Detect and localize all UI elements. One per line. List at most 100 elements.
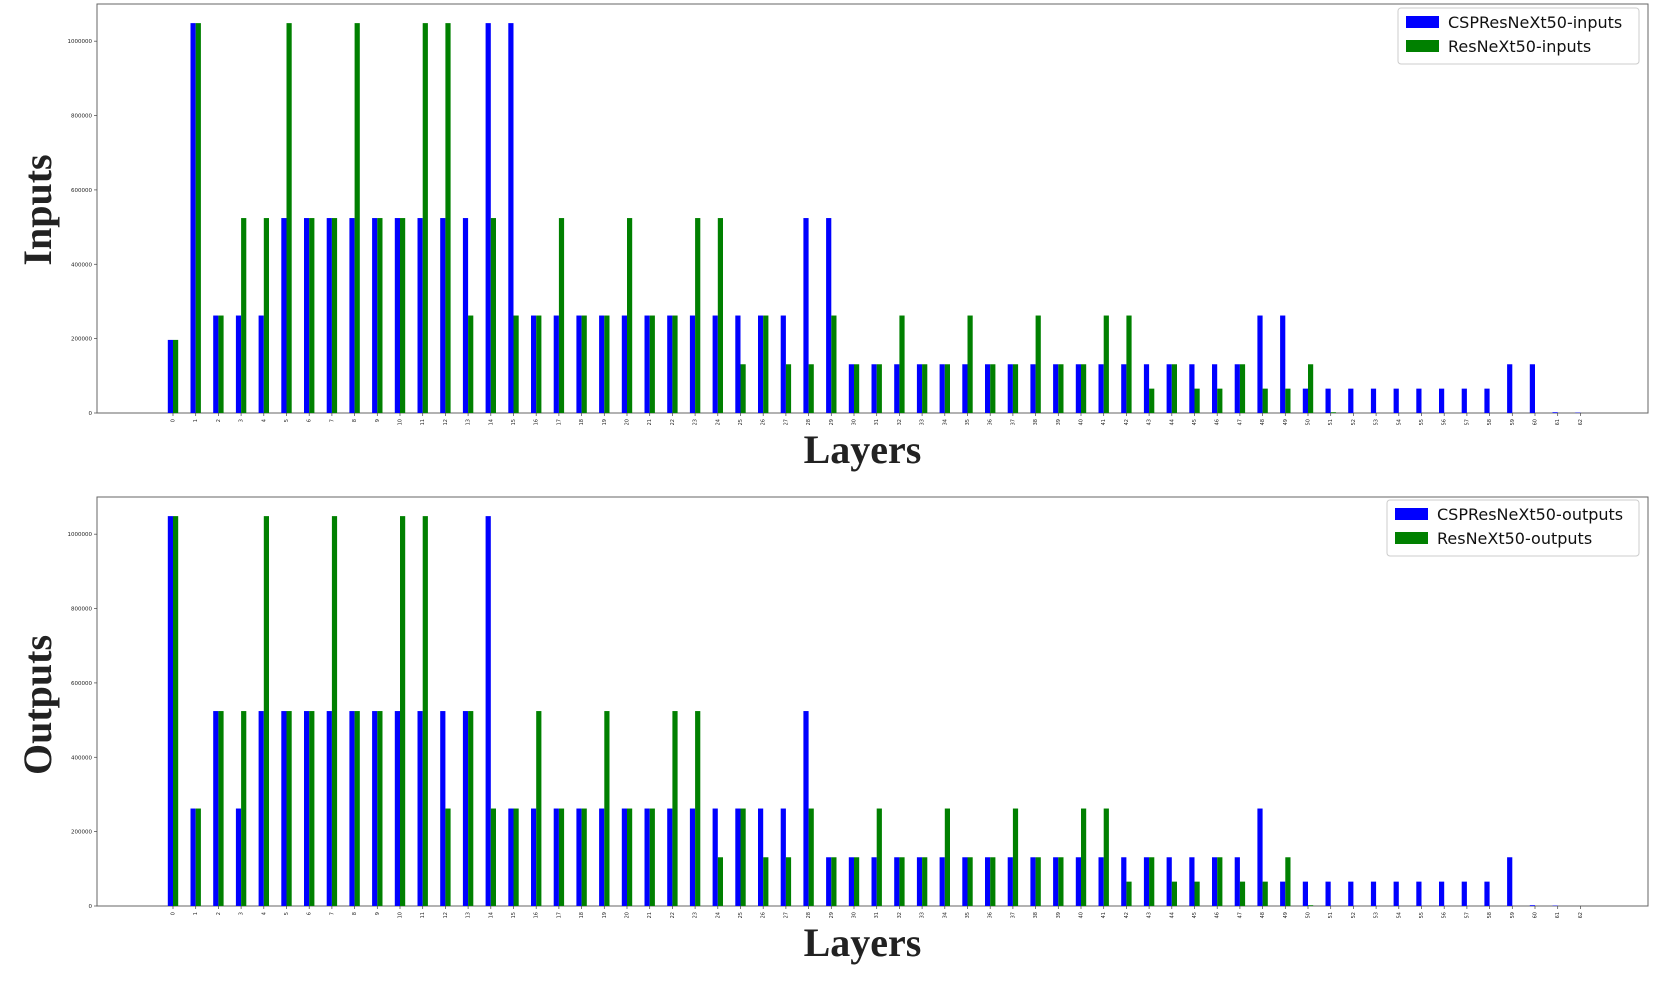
bar-CSPResNeXt50-outputs-13 (462, 711, 469, 906)
bar-ResNeXt50-outputs-35 (967, 857, 973, 906)
bar-CSPResNeXt50-outputs-29 (826, 857, 832, 906)
x-tick-label: 31 (874, 912, 880, 918)
x-tick-label: 50 (1306, 912, 1312, 918)
bar-CSPResNeXt50-inputs-13 (462, 218, 469, 413)
legend-swatch (1395, 508, 1428, 520)
bar-ResNeXt50-outputs-20 (627, 808, 633, 906)
bar-CSPResNeXt50-inputs-1 (190, 23, 196, 413)
x-tick-label: 34 (942, 912, 948, 918)
bar-CSPResNeXt50-outputs-27 (780, 808, 786, 906)
bar-ResNeXt50-inputs-1 (195, 23, 201, 413)
x-tick-label: 40 (1079, 912, 1085, 918)
legend-entry: ResNeXt50-inputs (1448, 37, 1591, 56)
bar-CSPResNeXt50-inputs-47 (1234, 364, 1240, 413)
bar-CSPResNeXt50-outputs-49 (1280, 881, 1286, 906)
bar-ResNeXt50-outputs-46 (1217, 857, 1223, 906)
bar-CSPResNeXt50-outputs-41 (1098, 857, 1104, 906)
chart-panel-outputs: 020000040000060000080000010000000 1 2 3 4 5 6 7… (15, 496, 1649, 965)
bar-ResNeXt50-inputs-32 (899, 315, 905, 413)
x-tick-label: 26 (761, 912, 767, 918)
y-tick-label: 1000000 (68, 39, 93, 45)
bar-CSPResNeXt50-outputs-36 (985, 857, 991, 906)
bar-ResNeXt50-outputs-45 (1194, 881, 1200, 906)
x-tick-label: 39 (1056, 419, 1062, 425)
x-tick-label: 1 (193, 912, 199, 915)
bar-ResNeXt50-outputs-40 (1081, 808, 1087, 906)
bar-ResNeXt50-inputs-33 (922, 364, 928, 413)
bar-ResNeXt50-inputs-27 (785, 364, 792, 413)
x-tick-label: 52 (1351, 419, 1357, 425)
bar-CSPResNeXt50-outputs-8 (349, 711, 355, 906)
bar-CSPResNeXt50-inputs-45 (1189, 364, 1195, 413)
bar-ResNeXt50-outputs-33 (922, 857, 928, 906)
bar-CSPResNeXt50-outputs-18 (576, 808, 582, 906)
bar-CSPResNeXt50-outputs-7 (326, 711, 332, 906)
x-tick-label: 46 (1215, 912, 1221, 918)
x-tick-label: 40 (1079, 419, 1085, 425)
bar-CSPResNeXt50-outputs-19 (599, 808, 605, 906)
bar-ResNeXt50-inputs-19 (604, 315, 610, 413)
bar-ResNeXt50-inputs-34 (944, 364, 950, 413)
bar-CSPResNeXt50-outputs-56 (1439, 881, 1445, 906)
bar-CSPResNeXt50-inputs-53 (1370, 388, 1377, 413)
x-tick-label: 22 (670, 419, 676, 425)
bar-ResNeXt50-inputs-49 (1285, 388, 1291, 413)
x-tick-label: 31 (874, 419, 880, 425)
x-tick-label: 47 (1237, 912, 1243, 918)
y-axis-label: Outputs (15, 635, 60, 775)
bar-ResNeXt50-outputs-41 (1103, 808, 1109, 906)
bar-ResNeXt50-inputs-12 (445, 23, 451, 413)
bar-ResNeXt50-outputs-43 (1149, 857, 1155, 906)
bar-CSPResNeXt50-inputs-54 (1393, 388, 1399, 413)
bar-CSPResNeXt50-outputs-9 (372, 711, 378, 906)
bar-ResNeXt50-inputs-7 (331, 218, 338, 413)
x-tick-label: 2 (216, 912, 222, 915)
x-tick-label: 20 (625, 912, 631, 918)
x-tick-label: 9 (375, 419, 381, 422)
x-tick-label: 3 (239, 419, 245, 422)
x-tick-label: 45 (1192, 912, 1198, 918)
x-tick-label: 29 (829, 912, 835, 918)
bar-ResNeXt50-inputs-29 (831, 315, 837, 413)
bar-ResNeXt50-inputs-40 (1081, 364, 1087, 413)
bar-CSPResNeXt50-inputs-61 (1552, 412, 1558, 413)
x-tick-label: 45 (1192, 419, 1198, 425)
bar-CSPResNeXt50-inputs-40 (1075, 364, 1081, 413)
bar-ResNeXt50-outputs-32 (899, 857, 905, 906)
bar-ResNeXt50-inputs-16 (536, 315, 542, 413)
bar-CSPResNeXt50-outputs-53 (1370, 881, 1377, 906)
bar-CSPResNeXt50-inputs-21 (644, 315, 650, 413)
bar-CSPResNeXt50-outputs-42 (1121, 857, 1127, 906)
bar-ResNeXt50-inputs-48 (1262, 388, 1268, 413)
bar-CSPResNeXt50-outputs-58 (1484, 881, 1490, 906)
x-tick-label: 49 (1283, 419, 1289, 425)
bar-CSPResNeXt50-inputs-58 (1484, 388, 1490, 413)
x-tick-label: 13 (466, 912, 472, 918)
bar-ResNeXt50-outputs-29 (831, 857, 837, 906)
x-tick-label: 21 (647, 419, 653, 425)
bar-CSPResNeXt50-inputs-50 (1302, 388, 1308, 413)
x-tick-label: 58 (1487, 912, 1493, 918)
bar-CSPResNeXt50-outputs-52 (1348, 881, 1354, 906)
bar-CSPResNeXt50-outputs-28 (803, 711, 809, 906)
bar-ResNeXt50-inputs-30 (854, 364, 860, 413)
y-tick-label: 400000 (71, 755, 92, 761)
bar-CSPResNeXt50-inputs-3 (235, 315, 242, 413)
bar-CSPResNeXt50-inputs-42 (1121, 364, 1127, 413)
bar-CSPResNeXt50-inputs-0 (167, 339, 173, 413)
legend-entry: CSPResNeXt50-outputs (1437, 505, 1623, 524)
bar-ResNeXt50-outputs-28 (808, 808, 814, 906)
bar-CSPResNeXt50-inputs-56 (1439, 388, 1445, 413)
bar-ResNeXt50-inputs-10 (400, 218, 406, 413)
bar-CSPResNeXt50-outputs-6 (304, 711, 310, 906)
bar-CSPResNeXt50-outputs-17 (553, 808, 559, 906)
bar-CSPResNeXt50-inputs-52 (1348, 388, 1354, 413)
bar-ResNeXt50-inputs-5 (286, 23, 292, 413)
x-tick-label: 8 (352, 912, 358, 915)
bar-ResNeXt50-inputs-8 (354, 23, 360, 413)
bar-ResNeXt50-inputs-26 (763, 315, 769, 413)
bar-ResNeXt50-inputs-22 (672, 315, 678, 413)
x-tick-label: 52 (1351, 912, 1357, 918)
y-tick-label: 0 (89, 904, 93, 910)
bar-CSPResNeXt50-outputs-40 (1075, 857, 1081, 906)
